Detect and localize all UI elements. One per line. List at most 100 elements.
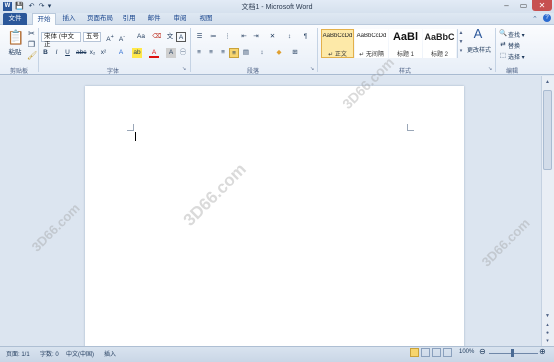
shrink-font-icon[interactable]: A- xyxy=(117,32,127,43)
align-right-icon[interactable]: ≡ xyxy=(218,48,228,58)
borders-icon[interactable]: ⊞ xyxy=(290,48,300,58)
tab-review[interactable]: 审阅 xyxy=(168,13,192,25)
font-color-icon[interactable]: A xyxy=(149,48,159,58)
character-shading-icon[interactable]: A xyxy=(166,48,176,58)
align-center-icon[interactable]: ≡ xyxy=(206,48,216,58)
italic-button[interactable]: I xyxy=(52,48,61,58)
shading-icon[interactable]: ◆ xyxy=(274,48,284,58)
select-button[interactable]: 选择 ▾ xyxy=(508,52,525,61)
print-layout-view-icon[interactable] xyxy=(410,348,419,357)
styles-scroll-icon[interactable]: ▲ ▼ ▾ xyxy=(457,29,464,58)
strikethrough-icon[interactable]: abc xyxy=(76,48,86,58)
style-no-spacing[interactable]: AaBbCcDd ↵ 无间隔 xyxy=(355,29,388,58)
web-layout-icon[interactable] xyxy=(432,348,441,357)
minimize-button[interactable]: – xyxy=(498,0,515,11)
word-count[interactable]: 字数: 0 xyxy=(40,349,59,358)
increase-indent-icon[interactable]: ⇥ xyxy=(251,32,261,42)
replace-icon[interactable]: ⇄ xyxy=(499,40,507,50)
style-heading-2[interactable]: AaBbC 标题 2 xyxy=(423,29,456,58)
change-case-icon[interactable]: Aa xyxy=(135,32,147,42)
select-icon[interactable]: ⬚ xyxy=(499,51,507,61)
grow-font-icon[interactable]: A+ xyxy=(105,32,115,43)
styles-group-label: 样式 xyxy=(398,69,411,75)
paragraph-dialog-launcher-icon[interactable]: ↘ xyxy=(310,66,314,72)
restore-button[interactable]: ▭ xyxy=(515,0,532,11)
style-name: ↵ 正文 xyxy=(328,52,347,58)
style-preview: AaBbC xyxy=(424,32,455,42)
align-left-icon[interactable]: ≡ xyxy=(194,48,204,58)
tab-view[interactable]: 视图 xyxy=(194,13,218,25)
chinese-layout-icon[interactable]: ✕ xyxy=(267,32,278,42)
clear-formatting-icon[interactable]: ⌫ xyxy=(152,32,162,42)
text-effects-icon[interactable]: A xyxy=(116,48,126,58)
find-button[interactable]: 查找 ▾ xyxy=(508,30,525,39)
tab-mailings[interactable]: 邮件 xyxy=(142,13,166,25)
font-name-dropdown[interactable]: 宋体 (中文正 xyxy=(41,32,81,48)
language-indicator[interactable]: 中文(中国) xyxy=(66,349,94,358)
decrease-indent-icon[interactable]: ⇤ xyxy=(239,32,249,42)
multilevel-list-icon[interactable]: ⋮ xyxy=(222,32,233,42)
font-size-dropdown[interactable]: 五号 xyxy=(83,32,101,42)
line-spacing-icon[interactable]: ↕ xyxy=(257,48,267,58)
scroll-down-icon[interactable]: ▼ xyxy=(543,312,552,321)
bold-button[interactable]: B xyxy=(41,48,50,58)
help-icon[interactable]: ? xyxy=(543,14,551,22)
style-preview: AaBl xyxy=(392,31,419,43)
style-name: 标题 2 xyxy=(430,52,448,58)
scroll-thumb[interactable] xyxy=(543,90,552,170)
replace-button[interactable]: 替换 xyxy=(508,41,520,50)
next-page-icon[interactable]: ▾ xyxy=(543,338,552,345)
bullets-icon[interactable]: ☰ xyxy=(194,32,205,42)
close-button[interactable]: ✕ xyxy=(532,0,552,11)
ribbon-minimize-icon[interactable]: ⌃ xyxy=(532,15,538,23)
phonetic-guide-icon[interactable]: 文 xyxy=(165,32,175,42)
superscript-icon[interactable]: x² xyxy=(99,48,108,58)
paste-button-label[interactable]: 粘贴 xyxy=(6,46,24,56)
tab-references[interactable]: 引用 xyxy=(118,13,140,25)
justify-icon[interactable]: ≡ xyxy=(229,48,239,58)
tab-insert[interactable]: 插入 xyxy=(58,13,80,25)
sort-icon[interactable]: ↕ xyxy=(284,32,295,42)
distributed-icon[interactable]: ▤ xyxy=(241,48,251,58)
underline-button[interactable]: U xyxy=(63,48,72,58)
character-border-icon[interactable]: A xyxy=(176,32,186,42)
zoom-level[interactable]: 100% xyxy=(459,349,474,355)
change-styles-icon[interactable]: A xyxy=(470,27,486,44)
zoom-in-icon[interactable]: ⊕ xyxy=(539,347,546,356)
tab-file[interactable]: 文件 xyxy=(3,13,27,25)
insert-mode-indicator[interactable]: 插入 xyxy=(104,349,116,358)
change-styles-button[interactable]: 更改样式 xyxy=(466,45,492,54)
scroll-up-icon[interactable]: ▲ xyxy=(543,78,552,87)
zoom-slider-thumb[interactable] xyxy=(511,349,514,357)
enclose-characters-icon[interactable]: ㊀ xyxy=(178,48,188,58)
style-preview: AaBbCcDd xyxy=(356,33,387,39)
style-normal[interactable]: AaBbCcDd ↵ 正文 xyxy=(321,29,354,58)
zoom-out-icon[interactable]: ⊖ xyxy=(479,347,486,356)
previous-page-icon[interactable]: ▴ xyxy=(543,322,552,329)
font-dialog-launcher-icon[interactable]: ↘ xyxy=(182,66,186,72)
format-painter-icon[interactable]: 🖌 xyxy=(27,51,37,61)
show-marks-icon[interactable]: ¶ xyxy=(300,32,311,42)
document-page[interactable] xyxy=(85,86,464,348)
editing-group-label: 编辑 xyxy=(505,69,518,75)
select-browse-object-icon[interactable]: ● xyxy=(543,330,552,337)
paste-icon[interactable]: 📋 xyxy=(7,29,24,45)
subscript-icon[interactable]: x₂ xyxy=(88,48,97,58)
text-cursor xyxy=(135,132,136,141)
page-count[interactable]: 页面: 1/1 xyxy=(6,349,30,358)
paragraph-group-label: 段落 xyxy=(246,69,259,75)
style-heading-1[interactable]: AaBl 标题 1 xyxy=(389,29,422,58)
find-icon[interactable]: 🔍 xyxy=(499,29,507,39)
tab-page-layout[interactable]: 页面布局 xyxy=(84,13,116,25)
group-divider xyxy=(495,28,496,72)
margin-corner-mark xyxy=(407,124,414,131)
font-group-label: 字体 xyxy=(106,69,119,75)
window-title: 文档1 - Microsoft Word xyxy=(241,4,313,11)
styles-dialog-launcher-icon[interactable]: ↘ xyxy=(488,66,492,72)
copy-icon[interactable]: ❐ xyxy=(27,40,36,50)
cut-icon[interactable]: ✂ xyxy=(27,29,36,39)
numbering-icon[interactable]: ≔ xyxy=(208,32,219,42)
highlight-color-icon[interactable]: ab xyxy=(132,48,142,58)
full-screen-reading-icon[interactable] xyxy=(421,348,430,357)
outline-view-icon[interactable] xyxy=(443,348,452,357)
